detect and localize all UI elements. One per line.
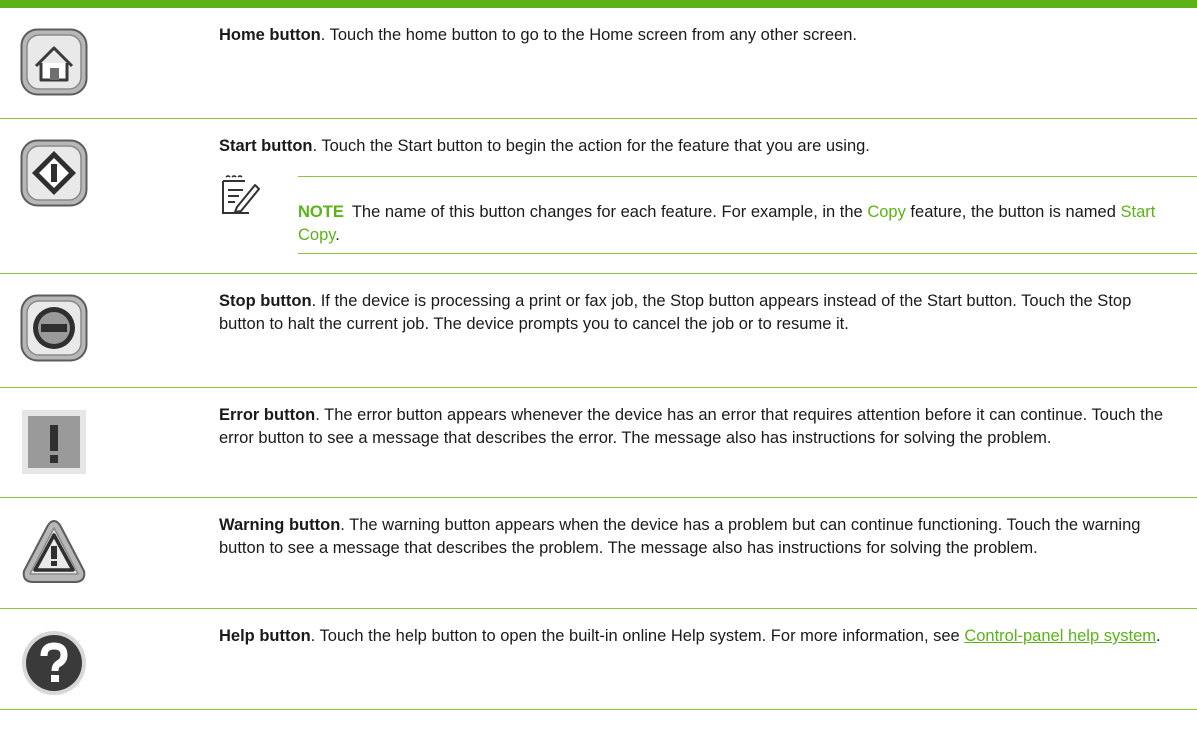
top-accent-bar bbox=[0, 0, 1197, 8]
start-title: Start button bbox=[219, 137, 313, 155]
error-title: Error button bbox=[219, 406, 316, 424]
home-title: Home button bbox=[219, 26, 321, 44]
note-rule-bottom bbox=[298, 253, 1197, 254]
help-title: Help button bbox=[219, 627, 311, 645]
note-text: NOTE The name of this button changes for … bbox=[298, 201, 1179, 247]
table-row-error: Error button. The error button appears w… bbox=[0, 388, 1197, 498]
help-text: . Touch the help button to open the buil… bbox=[310, 627, 965, 645]
stop-text: . If the device is processing a print or… bbox=[219, 292, 1132, 333]
stop-icon bbox=[20, 294, 88, 362]
note-box: NOTE The name of this button changes for … bbox=[219, 173, 1197, 254]
table-row-home: Home button. Touch the home button to go… bbox=[0, 8, 1197, 119]
table-row-help: Help button. Touch the help button to op… bbox=[0, 609, 1197, 710]
help-icon bbox=[20, 629, 88, 697]
help-description: Help button. Touch the help button to op… bbox=[219, 625, 1179, 648]
start-icon bbox=[20, 139, 88, 207]
error-icon bbox=[20, 408, 88, 476]
warning-title: Warning button bbox=[219, 516, 341, 534]
help-text-after: . bbox=[1156, 627, 1161, 645]
note-text-2: feature, the button is named bbox=[905, 203, 1121, 221]
error-text: . The error button appears whenever the … bbox=[219, 406, 1164, 447]
warning-text: . The warning button appears when the de… bbox=[219, 516, 1141, 557]
home-icon bbox=[20, 28, 88, 96]
stop-title: Stop button bbox=[219, 292, 312, 310]
home-text: . Touch the home button to go to the Hom… bbox=[320, 26, 857, 44]
start-description: Start button. Touch the Start button to … bbox=[219, 135, 1179, 158]
note-term-copy: Copy bbox=[867, 203, 906, 221]
table-row-warning: Warning button. The warning button appea… bbox=[0, 498, 1197, 609]
note-rule-top bbox=[298, 176, 1197, 177]
note-pad-icon bbox=[219, 173, 263, 217]
home-description: Home button. Touch the home button to go… bbox=[219, 24, 1179, 47]
start-text: . Touch the Start button to begin the ac… bbox=[312, 137, 870, 155]
table-row-stop: Stop button. If the device is processing… bbox=[0, 274, 1197, 388]
control-panel-help-link[interactable]: Control-panel help system bbox=[964, 627, 1156, 645]
error-description: Error button. The error button appears w… bbox=[219, 404, 1179, 450]
note-text-3: . bbox=[335, 226, 340, 244]
note-text-1: The name of this button changes for each… bbox=[351, 203, 868, 221]
note-label: NOTE bbox=[298, 203, 344, 221]
table-row-start: Start button. Touch the Start button to … bbox=[0, 119, 1197, 274]
warning-description: Warning button. The warning button appea… bbox=[219, 514, 1179, 560]
stop-description: Stop button. If the device is processing… bbox=[219, 290, 1179, 336]
warning-icon bbox=[20, 518, 88, 586]
